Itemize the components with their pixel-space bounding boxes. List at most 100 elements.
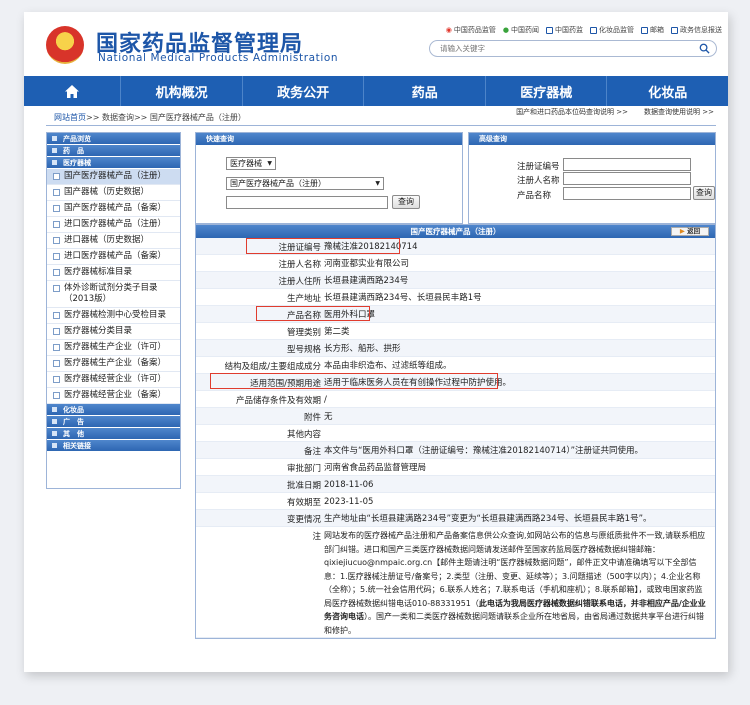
weibo-icon: ◉ [445, 26, 452, 34]
row-note: 注 网站发布的医疗器械产品注册和产品备案信息供公众查询,如网站公布的信息与原纸质… [196, 527, 715, 638]
sidebar-head-devices[interactable]: 医疗器械 [47, 157, 180, 169]
sidebar-item-import-device-filing[interactable]: 进口医疗器械产品（备案） [47, 249, 180, 265]
top-link-report[interactable]: 政务信息报送 [671, 25, 722, 35]
nav-home[interactable] [24, 76, 122, 106]
row-approval-dept: 审批部门 河南省食品药品监督管理局 [196, 459, 715, 476]
breadcrumb-divider [46, 125, 716, 126]
row-changes: 变更情况 生产地址由“长垣县建满路234号”变更为“长垣县建满西路234号、长垣县… [196, 510, 715, 527]
registrant-name-input[interactable] [563, 172, 691, 185]
highlight-intended-use [210, 373, 498, 389]
data-query-help-link[interactable]: 数据查询使用说明 >> [644, 107, 714, 117]
breadcrumb: 网站首页>> 数据查询>> 国产医疗器械产品（注册） [54, 113, 246, 122]
wechat-icon: ● [502, 26, 509, 34]
advanced-query-title: 高级查询 [469, 133, 715, 145]
page-sheet: 国家药品监督管理局 National Medical Products Admi… [24, 12, 728, 672]
row-registrant-name: 注册人名称 河南亚都实业有限公司 [196, 255, 715, 272]
dropdown-arrow-icon: ▼ [267, 160, 272, 167]
report-icon [671, 26, 678, 34]
row-storage: 产品储存条件及有效期 / [196, 391, 715, 408]
quick-query-title: 快速查询 [196, 133, 462, 145]
site-search [429, 40, 717, 57]
top-links: ◉ 中国药品监管 ● 中国药闻 中国药监 化妆品监管 邮箱 政务信息报送 [446, 25, 722, 35]
top-link-drug-news[interactable]: ● 中国药闻 [503, 25, 539, 35]
home-icon [65, 84, 80, 98]
sidebar-item-domestic-device-filing[interactable]: 国产医疗器械产品（备案） [47, 201, 180, 217]
device-detail-table: 国产医疗器械产品（注册） ▶ 返回 注册证编号 豫械注准20182140714 注… [195, 224, 716, 639]
sidebar-head-links[interactable]: 相关链接 [47, 440, 180, 452]
top-link-drug-app[interactable]: 中国药监 [546, 25, 583, 35]
advanced-query-panel: 高级查询 注册证编号 注册人名称 产品名称 查询 [468, 132, 716, 224]
top-link-cosmetics[interactable]: 化妆品监管 [590, 25, 634, 35]
nav-government-affairs[interactable]: 政务公开 [243, 76, 365, 106]
sidebar-item-ivd-catalog[interactable]: 体外诊断试剂分类子目录（2013版） [47, 281, 180, 308]
registrant-name-label: 注册人名称 [517, 176, 560, 186]
search-icon[interactable] [699, 43, 710, 54]
advanced-query-button[interactable]: 查询 [693, 186, 715, 200]
sidebar-item-dealer-filing[interactable]: 医疗器械经营企业（备案） [47, 388, 180, 404]
main-nav: 机构概况 政务公开 药品 医疗器械 化妆品 [24, 76, 728, 106]
sidebar-item-mfr-license[interactable]: 医疗器械生产企业（许可） [47, 340, 180, 356]
mail-icon [641, 26, 648, 34]
row-valid-until: 有效期至 2023-11-05 [196, 493, 715, 510]
sidebar-item-device-standards[interactable]: 医疗器械标准目录 [47, 265, 180, 281]
sidebar-item-import-device-history[interactable]: 进口器械（历史数据） [47, 233, 180, 249]
nav-cosmetics[interactable]: 化妆品 [607, 76, 728, 106]
sidebar-item-domestic-device-history[interactable]: 国产器械（历史数据） [47, 185, 180, 201]
breadcrumb-current: 国产医疗器械产品（注册） [149, 113, 246, 122]
row-production-address: 生产地址 长垣县建满西路234号、长垣县民丰路1号 [196, 289, 715, 306]
category-select[interactable]: 医疗器械 ▼ [226, 157, 276, 170]
phone-icon [590, 26, 597, 34]
sidebar-item-mfr-filing[interactable]: 医疗器械生产企业（备案） [47, 356, 180, 372]
row-composition: 结构及组成/主要组成成分 本品由非织造布、过滤纸等组成。 [196, 357, 715, 374]
row-approval-date: 批准日期 2018-11-06 [196, 476, 715, 493]
note-text: 网站发布的医疗器械产品注册和产品备案信息供公众查询,如网站公布的信息与原纸质批件… [324, 531, 706, 635]
reg-number-label: 注册证编号 [517, 162, 560, 172]
site-subtitle: National Medical Products Administration [98, 52, 339, 64]
dropdown-arrow-icon: ▼ [375, 180, 380, 187]
detail-title: 国产医疗器械产品（注册） ▶ 返回 [196, 225, 715, 238]
row-model-spec: 型号规格 长方形、船形、拱形 [196, 340, 715, 357]
sidebar-item-import-device-reg[interactable]: 进口医疗器械产品（注册） [47, 217, 180, 233]
back-button[interactable]: ▶ 返回 [671, 227, 709, 236]
highlight-reg-number [246, 238, 400, 254]
top-link-drug-supervision[interactable]: ◉ 中国药品监管 [446, 25, 496, 35]
product-name-label: 产品名称 [517, 191, 552, 201]
phone-icon [546, 26, 553, 34]
sidebar-item-domestic-device-reg[interactable]: 国产医疗器械产品（注册） [47, 169, 180, 185]
back-arrow-icon: ▶ [679, 227, 685, 235]
drug-code-help-link[interactable]: 国产和进口药品本位码查询说明 >> [516, 107, 628, 117]
database-select[interactable]: 国产医疗器械产品（注册） ▼ [226, 177, 384, 190]
nav-about[interactable]: 机构概况 [121, 76, 243, 106]
sidebar-item-classification-catalog[interactable]: 医疗器械分类目录 [47, 324, 180, 340]
row-attachment: 附件无 [196, 408, 715, 425]
breadcrumb-home[interactable]: 网站首页 [54, 113, 86, 122]
sidebar-head-other[interactable]: 其 他 [47, 428, 180, 440]
row-other: 其他内容 [196, 425, 715, 442]
nav-medical-devices[interactable]: 医疗器械 [486, 76, 608, 106]
help-links: 国产和进口药品本位码查询说明 >> 数据查询使用说明 >> [516, 107, 714, 117]
quick-query-input[interactable] [226, 196, 388, 209]
nav-drugs[interactable]: 药品 [364, 76, 486, 106]
quick-query-button[interactable]: 查询 [392, 195, 420, 209]
breadcrumb-data-query[interactable]: 数据查询 [102, 113, 134, 122]
sidebar-head-cosmetics[interactable]: 化妆品 [47, 404, 180, 416]
sidebar-head-browse: 产品浏览 [47, 133, 180, 145]
row-management-class: 管理类别 第二类 [196, 323, 715, 340]
national-emblem-logo [46, 26, 84, 64]
site-header: 国家药品监督管理局 National Medical Products Admi… [24, 12, 728, 74]
sidebar-item-dealer-license[interactable]: 医疗器械经营企业（许可） [47, 372, 180, 388]
product-name-input[interactable] [563, 187, 691, 200]
quick-query-panel: 快速查询 医疗器械 ▼ 国产医疗器械产品（注册） ▼ 查询 [195, 132, 463, 224]
highlight-product-name [256, 306, 370, 321]
sidebar-item-testing-center-catalog[interactable]: 医疗器械检测中心受检目录 [47, 308, 180, 324]
detail-rows: 注册证编号 豫械注准20182140714 注册人名称 河南亚都实业有限公司 注册人… [196, 238, 715, 638]
row-registrant-address: 注册人住所 长垣县建满西路234号 [196, 272, 715, 289]
sidebar-head-drugs[interactable]: 药 品 [47, 145, 180, 157]
sidebar: 产品浏览 药 品 医疗器械 国产医疗器械产品（注册） 国产器械（历史数据） 国产… [46, 132, 181, 489]
reg-number-input[interactable] [563, 158, 691, 171]
sidebar-head-ads[interactable]: 广 告 [47, 416, 180, 428]
row-remarks: 备注 本文件与“医用外科口罩（注册证编号：豫械注准20182140714）”注册证… [196, 442, 715, 459]
top-link-mail[interactable]: 邮箱 [641, 25, 664, 35]
search-input[interactable] [440, 43, 680, 54]
